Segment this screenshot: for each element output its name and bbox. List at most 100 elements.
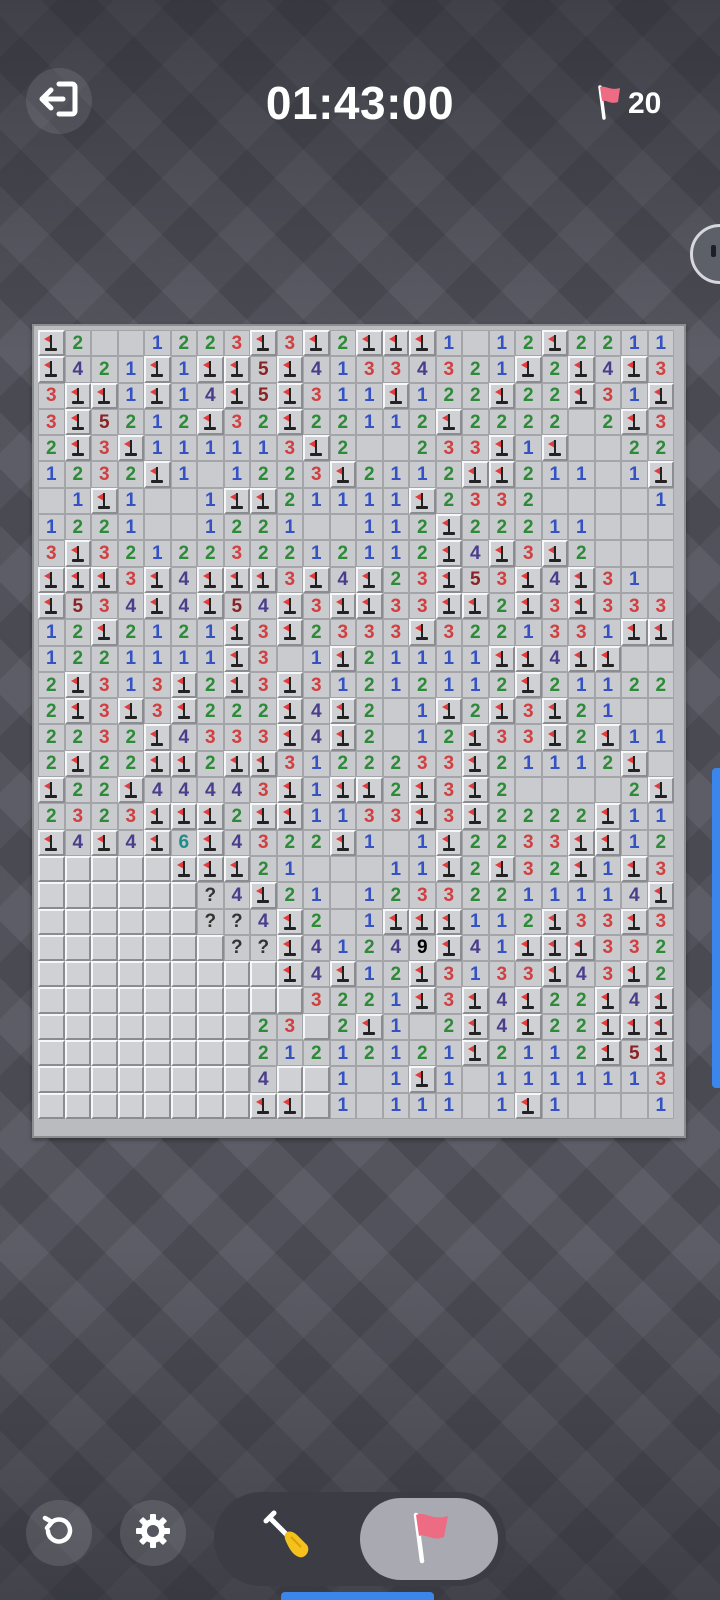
flagged-cell[interactable] — [621, 908, 648, 935]
covered-cell[interactable] — [303, 1013, 330, 1041]
number-cell[interactable]: 1 — [409, 1092, 436, 1119]
number-cell[interactable]: 1 — [329, 356, 356, 383]
flagged-cell[interactable] — [621, 961, 648, 988]
empty-cell[interactable] — [409, 1013, 436, 1041]
number-cell[interactable]: 3 — [647, 855, 674, 883]
number-cell[interactable]: 2 — [382, 566, 409, 593]
number-cell[interactable]: 3 — [38, 540, 65, 567]
number-cell[interactable]: 2 — [488, 514, 515, 541]
number-cell[interactable]: 2 — [621, 435, 648, 462]
number-cell[interactable]: 2 — [329, 540, 356, 567]
number-cell[interactable]: 2 — [462, 882, 489, 909]
covered-cell[interactable] — [197, 1066, 224, 1093]
number-cell[interactable]: 2 — [462, 356, 489, 383]
flagged-cell[interactable] — [329, 829, 356, 856]
flagged-cell[interactable] — [250, 487, 277, 515]
number-cell[interactable]: 1 — [541, 1040, 568, 1067]
number-cell[interactable]: 2 — [568, 540, 595, 567]
number-cell[interactable]: 3 — [541, 592, 568, 620]
covered-cell[interactable] — [38, 987, 65, 1014]
number-cell[interactable]: 1 — [144, 330, 171, 357]
number-cell[interactable]: 4 — [594, 356, 621, 383]
flagged-cell[interactable] — [435, 698, 462, 725]
flagged-cell[interactable] — [223, 382, 250, 409]
empty-cell[interactable] — [621, 645, 648, 672]
covered-cell[interactable] — [170, 1040, 197, 1067]
flagged-cell[interactable] — [647, 461, 674, 488]
flagged-cell[interactable] — [435, 566, 462, 593]
number-cell[interactable]: 3 — [38, 382, 65, 409]
flagged-cell[interactable] — [488, 435, 515, 462]
number-cell[interactable]: 3 — [594, 934, 621, 962]
covered-cell[interactable] — [117, 882, 144, 909]
empty-cell[interactable] — [568, 408, 595, 436]
flagged-cell[interactable] — [197, 408, 224, 436]
number-cell[interactable]: 1 — [382, 1013, 409, 1041]
number-cell[interactable]: 3 — [382, 356, 409, 383]
number-cell[interactable]: 2 — [64, 514, 91, 541]
empty-cell[interactable] — [329, 855, 356, 883]
flagged-cell[interactable] — [197, 803, 224, 830]
number-cell[interactable]: 3 — [409, 592, 436, 620]
number-cell[interactable]: 2 — [462, 514, 489, 541]
number-cell[interactable]: 2 — [329, 330, 356, 357]
covered-cell[interactable] — [144, 1040, 171, 1067]
flagged-cell[interactable] — [223, 645, 250, 672]
empty-cell[interactable] — [462, 1092, 489, 1119]
covered-cell[interactable] — [64, 1066, 91, 1093]
question-cell[interactable]: ? — [197, 908, 224, 935]
flagged-cell[interactable] — [64, 698, 91, 725]
number-cell[interactable]: 5 — [223, 592, 250, 620]
flagged-cell[interactable] — [541, 961, 568, 988]
number-cell[interactable]: 2 — [250, 461, 277, 488]
number-cell[interactable]: 1 — [170, 356, 197, 383]
covered-cell[interactable] — [144, 1013, 171, 1041]
covered-cell[interactable] — [117, 961, 144, 988]
number-cell[interactable]: 3 — [329, 619, 356, 646]
covered-cell[interactable] — [144, 908, 171, 935]
empty-cell[interactable] — [621, 698, 648, 725]
number-cell[interactable]: 1 — [329, 487, 356, 515]
empty-cell[interactable] — [647, 566, 674, 593]
number-cell[interactable]: 3 — [144, 671, 171, 699]
covered-cell[interactable] — [144, 987, 171, 1014]
flagged-cell[interactable] — [409, 330, 436, 357]
number-cell[interactable]: 2 — [515, 461, 542, 488]
covered-cell[interactable] — [91, 882, 118, 909]
flagged-cell[interactable] — [435, 855, 462, 883]
flagged-cell[interactable] — [409, 908, 436, 935]
number-cell[interactable]: 4 — [382, 934, 409, 962]
flagged-cell[interactable] — [647, 777, 674, 804]
number-cell[interactable]: 3 — [356, 356, 383, 383]
covered-cell[interactable] — [91, 1092, 118, 1119]
number-cell[interactable]: 1 — [568, 882, 595, 909]
number-cell[interactable]: 3 — [276, 566, 303, 593]
flagged-cell[interactable] — [409, 987, 436, 1014]
flagged-cell[interactable] — [170, 803, 197, 830]
flagged-cell[interactable] — [329, 698, 356, 725]
number-cell[interactable]: 3 — [515, 961, 542, 988]
flagged-cell[interactable] — [435, 934, 462, 962]
number-cell[interactable]: 1 — [594, 882, 621, 909]
number-cell[interactable]: 3 — [409, 750, 436, 778]
flagged-cell[interactable] — [409, 487, 436, 515]
covered-cell[interactable] — [117, 1040, 144, 1067]
covered-cell[interactable] — [117, 987, 144, 1014]
flagged-cell[interactable] — [435, 408, 462, 436]
number-cell[interactable]: 3 — [435, 435, 462, 462]
number-cell[interactable]: 3 — [621, 592, 648, 620]
number-cell[interactable]: 2 — [541, 855, 568, 883]
number-cell[interactable]: 2 — [515, 803, 542, 830]
number-cell[interactable]: 1 — [647, 1092, 674, 1119]
flagged-cell[interactable] — [303, 330, 330, 357]
number-cell[interactable]: 2 — [170, 408, 197, 436]
flagged-cell[interactable] — [515, 356, 542, 383]
flagged-cell[interactable] — [409, 803, 436, 830]
flagged-cell[interactable] — [38, 566, 65, 593]
flagged-cell[interactable] — [250, 1092, 277, 1119]
covered-cell[interactable] — [64, 987, 91, 1014]
number-cell[interactable]: 1 — [515, 619, 542, 646]
covered-cell[interactable] — [197, 1013, 224, 1041]
number-cell[interactable]: 1 — [409, 829, 436, 856]
flagged-cell[interactable] — [568, 356, 595, 383]
